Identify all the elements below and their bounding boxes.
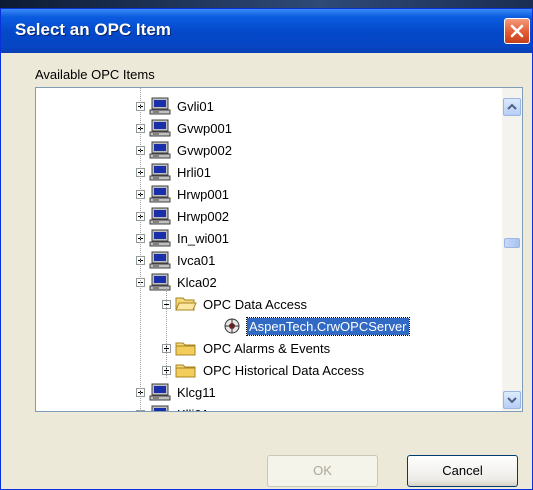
tree-item-label: AspenTech.CrwOPCServer bbox=[246, 316, 410, 336]
computer-icon bbox=[149, 163, 171, 181]
available-items-label: Available OPC Items bbox=[35, 67, 155, 82]
tree-item[interactable]: Gvwp001 bbox=[136, 118, 234, 138]
ok-button[interactable]: OK bbox=[267, 455, 378, 487]
tree-connector-line bbox=[140, 88, 141, 411]
computer-icon bbox=[149, 383, 171, 401]
tree-item[interactable]: In_wi001 bbox=[136, 228, 231, 248]
close-button[interactable] bbox=[504, 18, 530, 44]
computer-icon bbox=[149, 207, 171, 225]
computer-icon bbox=[149, 251, 171, 269]
computer-icon bbox=[149, 273, 171, 291]
vertical-scrollbar[interactable] bbox=[502, 88, 522, 411]
tree-item-label: Gvwp002 bbox=[177, 142, 232, 158]
dialog-window: Select an OPC Item Available OPC Items G… bbox=[0, 8, 533, 490]
tree-item-label: Hrwp002 bbox=[177, 208, 230, 224]
cancel-button[interactable]: Cancel bbox=[407, 455, 518, 487]
title-bar[interactable]: Select an OPC Item bbox=[1, 9, 532, 53]
tree-item-label: Gvli01 bbox=[177, 98, 214, 114]
folder-open-icon bbox=[175, 297, 197, 311]
tree-item[interactable]: Hrwp002 bbox=[136, 206, 231, 226]
tree-item[interactable]: AspenTech.CrwOPCServer bbox=[208, 316, 410, 336]
opc-server-icon bbox=[224, 318, 240, 334]
close-icon bbox=[510, 24, 524, 38]
folder-icon bbox=[175, 364, 196, 378]
tree-item-label: Hrli01 bbox=[177, 164, 211, 180]
tree-item[interactable]: Hrli01 bbox=[136, 162, 213, 182]
scroll-thumb[interactable] bbox=[504, 238, 520, 248]
computer-icon bbox=[149, 229, 171, 247]
tree-item-label: Klli01 bbox=[175, 406, 211, 412]
tree-connector-line bbox=[166, 288, 167, 378]
tree-item-label: Hrwp001 bbox=[177, 186, 230, 202]
scroll-up-button[interactable] bbox=[503, 98, 521, 116]
tree-item[interactable]: OPC Historical Data Access bbox=[162, 360, 366, 380]
tree-item[interactable]: Klli01 bbox=[136, 404, 211, 412]
tree-item-label: Ivca01 bbox=[177, 252, 216, 268]
tree-item[interactable]: OPC Data Access bbox=[162, 294, 309, 314]
computer-icon bbox=[149, 119, 171, 137]
tree-item[interactable]: Klca02 bbox=[136, 272, 219, 292]
tree-item[interactable]: Gvwp002 bbox=[136, 140, 234, 160]
tree-item-label: Klca02 bbox=[177, 274, 217, 290]
computer-icon bbox=[149, 185, 171, 203]
tree-item-label: OPC Historical Data Access bbox=[203, 362, 365, 378]
computer-icon bbox=[149, 97, 171, 115]
opc-items-tree[interactable]: Gvli01 Gvwp001 Gvwp002 Hrli01 Hrwp001 Hrwp002… bbox=[35, 87, 523, 412]
computer-icon bbox=[151, 405, 169, 411]
tree-item[interactable]: Ivca01 bbox=[136, 250, 217, 270]
chevron-down-icon bbox=[507, 397, 517, 404]
tree-item-label: Gvwp001 bbox=[177, 120, 232, 136]
chevron-up-icon bbox=[507, 103, 517, 110]
tree-item-label: OPC Alarms & Events bbox=[203, 340, 331, 356]
tree-item-label: In_wi001 bbox=[177, 230, 230, 246]
tree-item[interactable]: OPC Alarms & Events bbox=[162, 338, 332, 358]
folder-icon bbox=[175, 342, 196, 356]
tree-item[interactable]: Gvli01 bbox=[136, 96, 216, 116]
scroll-down-button[interactable] bbox=[503, 391, 521, 409]
tree-item-label: OPC Data Access bbox=[203, 296, 308, 312]
tree-item[interactable]: Hrwp001 bbox=[136, 184, 231, 204]
desktop-background bbox=[0, 0, 533, 8]
tree-item[interactable]: Klcg11 bbox=[136, 382, 218, 402]
tree-item-label: Klcg11 bbox=[177, 384, 216, 400]
computer-icon bbox=[149, 141, 171, 159]
dialog-title: Select an OPC Item bbox=[15, 20, 171, 39]
